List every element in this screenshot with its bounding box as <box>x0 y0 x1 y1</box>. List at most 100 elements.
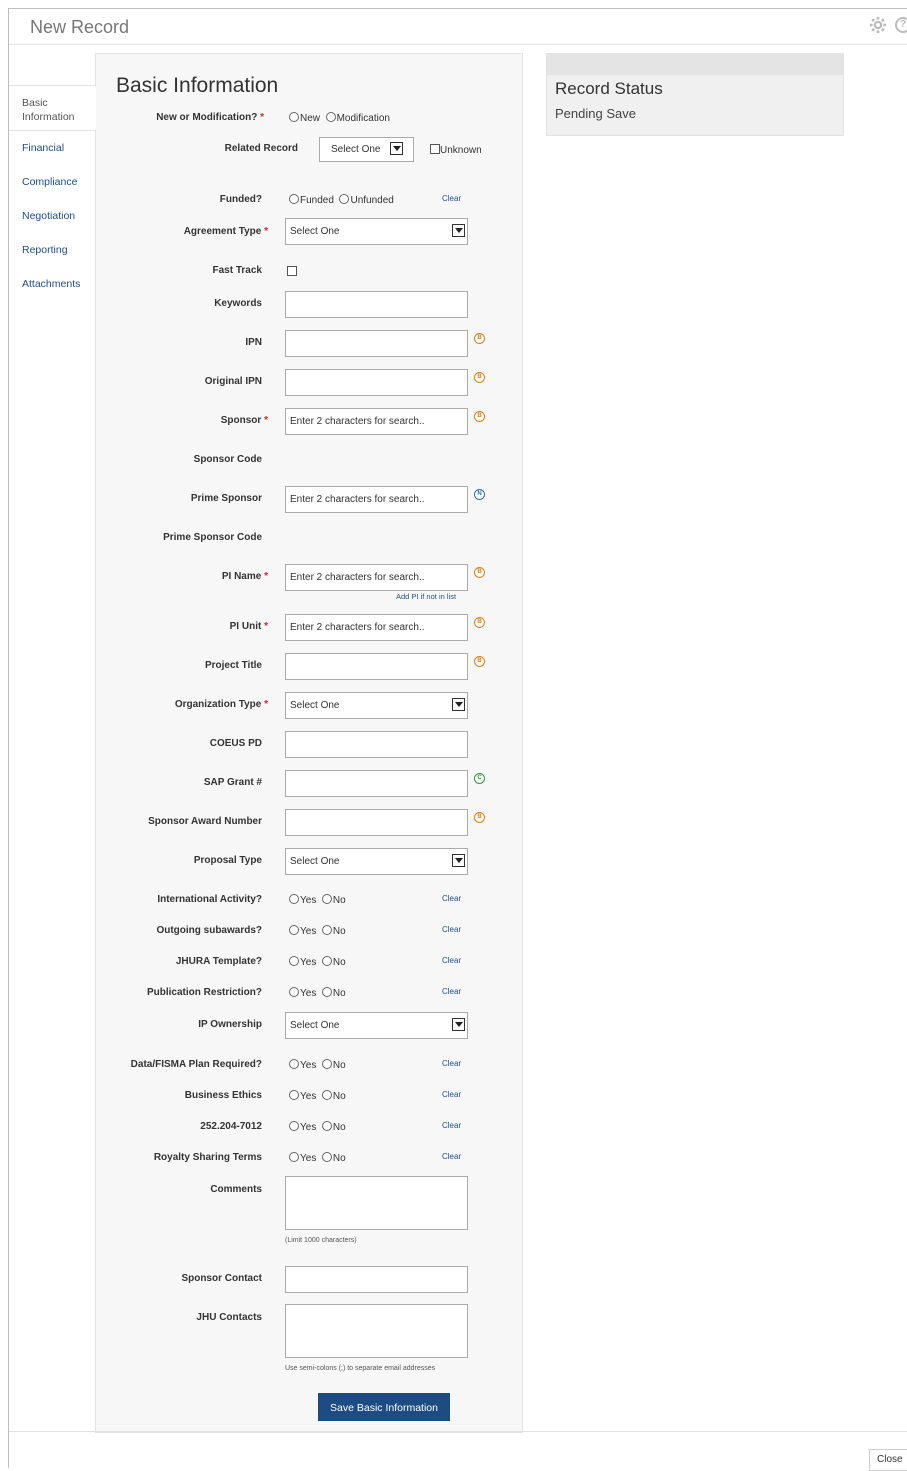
no-radio[interactable] <box>321 894 332 904</box>
record-window: New Record ? Basic Information Financial… <box>8 8 907 1471</box>
nav-basic-information[interactable]: Basic Information <box>9 85 96 131</box>
outgoing-subawards-label: Outgoing subawards? <box>156 925 262 936</box>
ipn-input[interactable] <box>285 330 468 357</box>
required-mark: * <box>264 226 268 237</box>
yes-radio[interactable] <box>289 987 299 997</box>
fast-track-label: Fast Track <box>212 265 262 276</box>
related-record-select[interactable]: Select One <box>319 137 414 162</box>
publication-restriction-label: Publication Restriction? <box>146 987 262 998</box>
nav-reporting[interactable]: Reporting <box>9 233 95 267</box>
yes-radio[interactable] <box>289 956 299 966</box>
b-badge-icon: B <box>474 372 485 383</box>
original-ipn-input[interactable] <box>285 369 468 396</box>
nav-negotiation[interactable]: Negotiation <box>9 199 95 233</box>
project-title-label: Project Title <box>204 660 262 671</box>
yes-option-label: Yes <box>300 1122 317 1133</box>
save-basic-information-button[interactable]: Save Basic Information <box>318 1393 450 1421</box>
project-title-input[interactable] <box>285 653 468 680</box>
sponsor-contact-label: Sponsor Contact <box>181 1273 262 1284</box>
jhu-contacts-label: JHU Contacts <box>196 1312 262 1323</box>
clear-link[interactable]: Clear <box>442 1059 461 1068</box>
sponsor-award-number-input[interactable] <box>285 809 468 836</box>
funded-label: Funded? <box>219 194 262 205</box>
modification-radio[interactable] <box>325 112 336 122</box>
prime-sponsor-label: Prime Sponsor <box>190 493 262 504</box>
no-radio[interactable] <box>321 956 332 966</box>
fast-track-checkbox[interactable] <box>287 266 297 276</box>
new-option-label: New <box>300 113 321 124</box>
yes-option-label: Yes <box>300 895 317 906</box>
no-option-label: No <box>332 1122 346 1133</box>
panel-title: Basic Information <box>116 74 279 97</box>
proposal-type-label: Proposal Type <box>193 855 262 866</box>
funded-clear-link[interactable]: Clear <box>442 194 461 203</box>
yes-option-label: Yes <box>300 1153 317 1164</box>
ip-ownership-value: Select One <box>290 1020 340 1031</box>
sponsor-search-field[interactable] <box>290 409 467 434</box>
no-radio[interactable] <box>321 1121 332 1131</box>
organization-type-select[interactable]: Select One <box>285 692 468 719</box>
clause-252-204-7012-label: 252.204-7012 <box>200 1121 262 1132</box>
sponsor-contact-input[interactable] <box>285 1266 468 1293</box>
required-mark: * <box>264 571 268 582</box>
yes-radio[interactable] <box>289 1059 299 1069</box>
keywords-label: Keywords <box>214 298 262 309</box>
clear-link[interactable]: Clear <box>442 925 461 934</box>
record-status-title: Record Status <box>555 79 663 98</box>
pi-name-search-input[interactable] <box>285 564 468 591</box>
b-badge-icon: B <box>474 656 485 667</box>
prime-sponsor-search-field[interactable] <box>290 487 467 512</box>
new-radio[interactable] <box>289 112 299 122</box>
clear-link[interactable]: Clear <box>442 956 461 965</box>
comments-textarea[interactable] <box>285 1176 468 1230</box>
coeus-pd-input[interactable] <box>285 731 468 758</box>
agreement-type-select[interactable]: Select One <box>285 218 468 245</box>
clear-link[interactable]: Clear <box>442 1121 461 1130</box>
b-badge-icon: B <box>474 617 485 628</box>
pi-unit-search-input[interactable] <box>285 614 468 641</box>
clear-link[interactable]: Clear <box>442 894 461 903</box>
chevron-down-icon <box>452 1018 465 1031</box>
nav-financial[interactable]: Financial <box>9 131 95 165</box>
unknown-checkbox[interactable] <box>430 144 440 154</box>
organization-type-value: Select One <box>290 700 340 711</box>
chevron-down-icon <box>452 854 465 867</box>
jhu-contacts-textarea[interactable] <box>285 1304 468 1358</box>
agreement-type-value: Select One <box>290 226 340 237</box>
no-radio[interactable] <box>321 1059 332 1069</box>
b-badge-icon: B <box>474 812 485 823</box>
no-radio[interactable] <box>321 1152 332 1162</box>
window-title: New Record <box>30 17 130 37</box>
chevron-down-icon <box>452 224 465 237</box>
add-pi-link[interactable]: Add PI if not in list <box>396 592 456 601</box>
yes-radio[interactable] <box>289 1121 299 1131</box>
unfunded-radio[interactable] <box>339 194 350 204</box>
yes-radio[interactable] <box>289 925 299 935</box>
ipn-label: IPN <box>245 337 262 348</box>
sap-grant-input[interactable] <box>285 770 468 797</box>
clear-link[interactable]: Clear <box>442 1090 461 1099</box>
yes-radio[interactable] <box>289 1090 299 1100</box>
yes-radio[interactable] <box>289 1152 299 1162</box>
ip-ownership-select[interactable]: Select One <box>285 1012 468 1039</box>
gear-icon[interactable] <box>869 16 887 34</box>
clear-link[interactable]: Clear <box>442 987 461 996</box>
help-icon[interactable]: ? <box>895 17 907 33</box>
prime-sponsor-code-label: Prime Sponsor Code <box>163 532 262 543</box>
proposal-type-select[interactable]: Select One <box>285 848 468 875</box>
sponsor-search-input[interactable] <box>285 408 468 435</box>
yes-radio[interactable] <box>289 894 299 904</box>
no-radio[interactable] <box>321 1090 332 1100</box>
keywords-input[interactable] <box>285 291 468 318</box>
no-radio[interactable] <box>321 925 332 935</box>
nav-attachments[interactable]: Attachments <box>9 267 95 301</box>
record-status-panel: Record Status Pending Save <box>546 53 844 136</box>
c-badge-icon: C <box>474 773 485 784</box>
no-radio[interactable] <box>321 987 332 997</box>
clear-link[interactable]: Clear <box>442 1152 461 1161</box>
funded-radio[interactable] <box>289 194 299 204</box>
prime-sponsor-search-input[interactable] <box>285 486 468 513</box>
pi-name-search-field[interactable] <box>290 565 467 590</box>
nav-compliance[interactable]: Compliance <box>9 165 95 199</box>
pi-unit-search-field[interactable] <box>290 615 467 640</box>
